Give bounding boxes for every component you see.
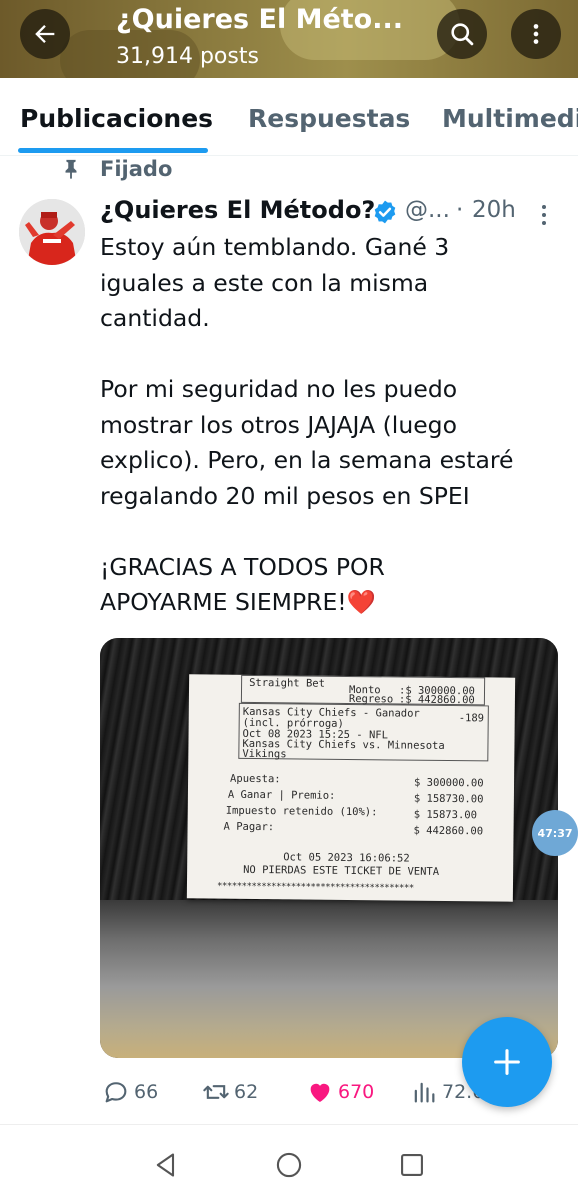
- receipt-odds: -189: [458, 712, 485, 725]
- receipt-printed-at: Oct 05 2023 16:06:52: [283, 851, 410, 865]
- receipt-matchup-2: Vikings: [242, 747, 287, 761]
- tweet-text-line: regalando 20 mil pesos en SPEI: [100, 481, 470, 510]
- retweet-icon: [203, 1085, 229, 1099]
- tweet-text-line: mostrar los otros JAJAJA (luego: [100, 410, 457, 439]
- tweet-text-line: ¡GRACIAS A TODOS POR: [100, 552, 385, 581]
- receipt-apuesta-label: Apuesta:: [230, 772, 281, 786]
- header-separator: ·: [456, 197, 464, 223]
- tab-multimedia[interactable]: Multimedi: [442, 104, 578, 133]
- receipt-impuesto-value: $ 15873.00: [413, 808, 478, 822]
- reply-button[interactable]: 66: [102, 1074, 158, 1110]
- plus-icon: [494, 1049, 520, 1075]
- more-options-button[interactable]: [511, 9, 561, 59]
- tweet-text-line: Estoy aún temblando. Gané 3: [100, 233, 450, 261]
- avatar-image: [19, 199, 85, 265]
- header-title: ¿Quieres El Méto...: [116, 4, 404, 35]
- tweet-media-image[interactable]: Straight Bet Monto :$ 300000.00 Regreso …: [100, 638, 558, 1058]
- nav-home-icon[interactable]: [275, 1151, 303, 1179]
- avatar[interactable]: [19, 199, 85, 265]
- compose-button[interactable]: [462, 1017, 552, 1107]
- tab-respuestas[interactable]: Respuestas: [248, 104, 410, 133]
- author-display-name[interactable]: ¿Quieres El Método?: [100, 196, 375, 224]
- views-icon: [414, 1082, 435, 1103]
- more-vertical-icon: [533, 24, 539, 44]
- receipt-pagar-label: A Pagar:: [223, 820, 275, 834]
- bet-receipt: Straight Bet Monto :$ 300000.00 Regreso …: [186, 674, 516, 902]
- tweet-text-line: iguales a este con la misma: [100, 268, 429, 297]
- receipt-apuesta-value: $ 300000.00: [413, 776, 484, 790]
- reply-count: 66: [134, 1081, 159, 1103]
- search-icon: [451, 23, 474, 46]
- nav-recents-icon[interactable]: [398, 1151, 426, 1179]
- posts-count: 31,914 posts: [116, 44, 259, 69]
- system-navigation-bar: [0, 1124, 578, 1200]
- back-button[interactable]: [20, 9, 70, 59]
- tweet-text-line: APOYARME SIEMPRE!❤️: [100, 588, 376, 616]
- pinned-indicator: Fijado: [60, 156, 172, 182]
- profile-header: ¿Quieres El Méto... 31,914 posts: [0, 0, 578, 78]
- tweet-text-line: explico). Pero, en la semana estaré: [100, 446, 514, 474]
- tweet-timestamp[interactable]: 20h: [472, 197, 516, 223]
- like-count: 670: [338, 1081, 375, 1103]
- verified-badge-icon[interactable]: [372, 199, 398, 225]
- tweet-header: ¿Quieres El Método? @... · 20h: [100, 196, 560, 228]
- tweet-text: Estoy aún temblando. Gané 3 iguales a es…: [100, 230, 560, 621]
- tweet-more-icon[interactable]: [533, 201, 555, 229]
- search-button[interactable]: [437, 9, 487, 59]
- timer-badge[interactable]: 47:37: [532, 810, 578, 856]
- pin-icon: [65, 159, 77, 180]
- receipt-stars: ****************************************: [216, 881, 414, 894]
- receipt-ganar-value: $ 158730.00: [413, 792, 484, 806]
- profile-tabs: Publicaciones Respuestas Multimedi: [0, 78, 578, 156]
- receipt-pagar-value: $ 442860.00: [413, 824, 484, 838]
- pinned-label: Fijado: [100, 157, 173, 181]
- reply-icon: [105, 1082, 127, 1103]
- retweet-button[interactable]: 62: [202, 1074, 258, 1110]
- author-handle[interactable]: @...: [405, 197, 450, 223]
- receipt-ganar-label: A Ganar | Premio:: [227, 788, 336, 802]
- tweet-text-line: cantidad.: [100, 304, 210, 332]
- like-button[interactable]: 670: [306, 1074, 374, 1110]
- receipt-impuesto-label: Impuesto retenido (10%):: [225, 804, 378, 819]
- tweet-text-line: Por mi seguridad no les puedo: [100, 375, 458, 403]
- receipt-footer: NO PIERDAS ESTE TICKET DE VENTA: [243, 863, 440, 878]
- tab-publicaciones[interactable]: Publicaciones: [20, 104, 213, 133]
- receipt-bet-type: Straight Bet: [249, 676, 326, 690]
- active-tab-indicator: [18, 148, 208, 153]
- nav-back-icon[interactable]: [152, 1151, 180, 1179]
- heart-icon: [310, 1083, 330, 1102]
- arrow-left-icon: [35, 25, 55, 43]
- retweet-count: 62: [234, 1081, 259, 1103]
